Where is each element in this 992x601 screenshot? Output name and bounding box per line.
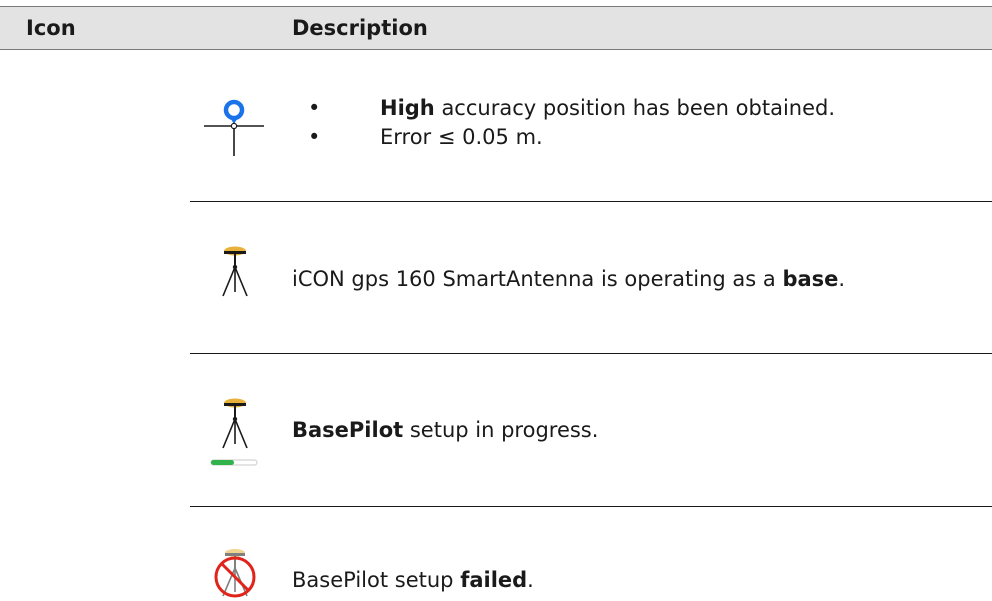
row-divider	[190, 201, 992, 202]
row-divider	[190, 506, 992, 507]
row-2-text: iCON gps 160 SmartAntenna is operating a…	[292, 267, 783, 291]
list-item: • High accuracy position has been obtain…	[308, 94, 835, 123]
row-1-text: accuracy position has been obtained.	[434, 96, 836, 120]
basepilot-progress-icon	[210, 396, 300, 470]
row-1-bold-text: High	[380, 96, 435, 120]
row-3-description: BasePilot setup in progress.	[292, 415, 598, 445]
row-4-text: BasePilot setup	[292, 568, 461, 592]
row-4-description: BasePilot setup failed.	[292, 565, 534, 595]
row-divider	[190, 353, 992, 354]
row-2-bold-text: base	[782, 267, 839, 291]
row-4-trailing-text: .	[527, 568, 534, 592]
column-header-description: Description	[292, 16, 428, 40]
list-item: • Error ≤ 0.05 m.	[308, 123, 835, 152]
table-header: Icon Description	[0, 6, 992, 50]
high-accuracy-position-icon	[196, 92, 286, 162]
bullet-glyph: •	[308, 125, 321, 149]
row-2-trailing-text: .	[838, 267, 846, 291]
row-1-description: • High accuracy position has been obtain…	[308, 94, 835, 152]
row-1-error-text: Error ≤ 0.05 m.	[380, 125, 543, 149]
row-3-bold-text: BasePilot	[292, 418, 404, 442]
column-header-icon: Icon	[26, 16, 76, 40]
progress-fill	[211, 460, 234, 465]
row-3-text: setup in progress.	[403, 418, 599, 442]
row-2-description: iCON gps 160 SmartAntenna is operating a…	[292, 264, 845, 294]
row-4-bold-text: failed	[460, 568, 528, 592]
basepilot-failed-icon	[210, 544, 300, 601]
bullet-glyph: •	[308, 96, 321, 120]
